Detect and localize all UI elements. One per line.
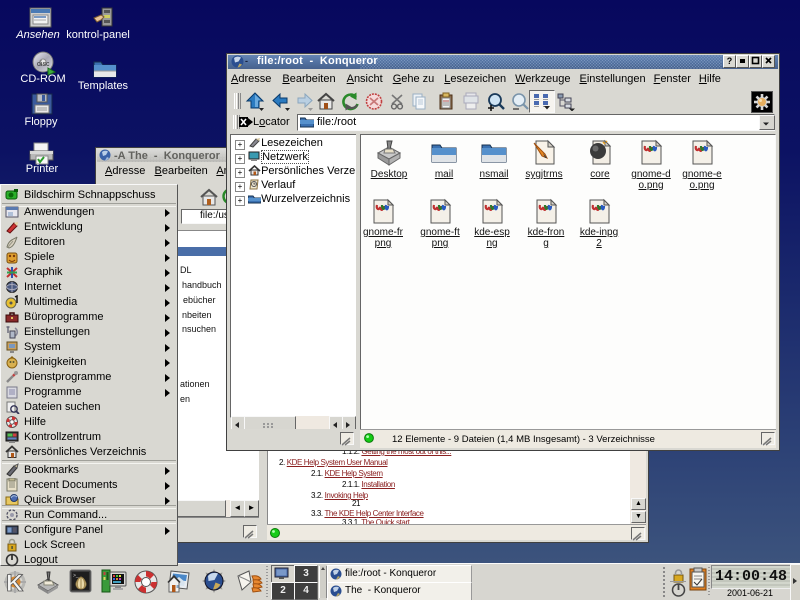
- svg-text:disc: disc: [37, 61, 50, 68]
- svg-text:>_: >_: [73, 573, 79, 579]
- svg-text:K: K: [6, 570, 24, 596]
